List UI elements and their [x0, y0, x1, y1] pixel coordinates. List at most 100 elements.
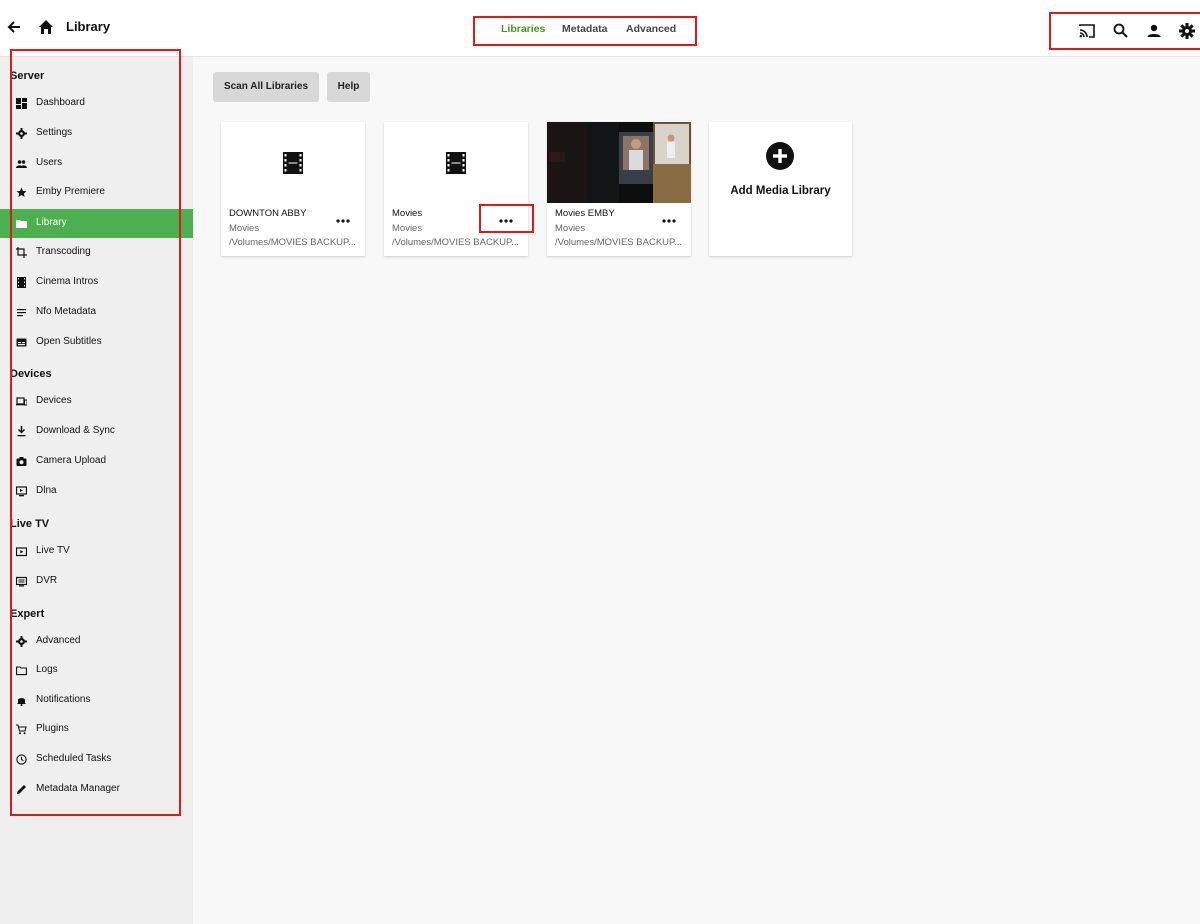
- pencil-icon: [17, 785, 26, 794]
- add-media-library-label: Add Media Library: [730, 185, 831, 197]
- sidebar-item-cinema-intros[interactable]: Cinema Intros: [0, 268, 193, 297]
- sidebar-item-label: Camera Upload: [36, 455, 107, 466]
- add-media-library-button[interactable]: Add Media Library: [709, 122, 852, 256]
- sidebar-item-scheduled-tasks[interactable]: Scheduled Tasks: [0, 745, 193, 774]
- sidebar-item-transcoding[interactable]: Transcoding: [0, 238, 193, 267]
- library-path: /Volumes/MOVIES BACKUP...: [229, 237, 357, 248]
- help-button[interactable]: Help: [327, 72, 370, 102]
- sidebar-item-notifications[interactable]: Notifications: [0, 686, 193, 715]
- sidebar-item-library[interactable]: Library: [0, 209, 193, 238]
- sidebar-item-open-subtitles[interactable]: Open Subtitles: [0, 328, 193, 357]
- sidebar-item-camera-upload[interactable]: Camera Upload: [0, 447, 193, 476]
- sidebar-item-label: DVR: [36, 575, 58, 586]
- sidebar-item-dvr[interactable]: DVR: [0, 567, 193, 596]
- tab-bar: Libraries Metadata Advanced: [473, 16, 697, 46]
- sidebar-item-label: Library: [36, 217, 67, 228]
- sidebar-item-settings[interactable]: Settings: [0, 119, 193, 148]
- transcode-icon: [16, 247, 27, 258]
- search-button[interactable]: [1111, 21, 1131, 41]
- page-title: Library: [66, 19, 111, 34]
- library-card[interactable]: Movies Movies /Volumes/MOVIES BACKUP...: [384, 122, 528, 256]
- tab-metadata[interactable]: Metadata: [562, 23, 608, 35]
- sidebar-item-label: Scheduled Tasks: [36, 753, 112, 764]
- section-devices: Devices: [10, 368, 52, 380]
- sidebar-item-label: Emby Premiere: [36, 186, 105, 197]
- home-button[interactable]: [36, 16, 56, 38]
- settings-icon: [1179, 23, 1195, 39]
- scan-all-libraries-button[interactable]: Scan All Libraries: [213, 72, 319, 102]
- clock-icon: [16, 754, 27, 765]
- sidebar-item-label: Dlna: [36, 485, 57, 496]
- library-thumbnail: [384, 122, 528, 203]
- sidebar-item-nfo-metadata[interactable]: Nfo Metadata: [0, 298, 193, 327]
- film-icon: [17, 277, 26, 288]
- cart-icon: [16, 724, 27, 735]
- gear-icon: [16, 636, 27, 647]
- camera-icon: [16, 457, 27, 466]
- sidebar-item-label: Download & Sync: [36, 425, 115, 436]
- sidebar: Server Dashboard Settings Users Emby Pre…: [0, 49, 193, 924]
- dvr-icon: [16, 576, 27, 587]
- sidebar-item-dashboard[interactable]: Dashboard: [0, 89, 193, 118]
- sidebar-item-label: Settings: [36, 127, 73, 138]
- user-icon: [1147, 24, 1161, 37]
- sidebar-item-dlna[interactable]: Dlna: [0, 477, 193, 506]
- search-icon: [1113, 23, 1128, 38]
- film-icon: [283, 152, 303, 174]
- tab-libraries[interactable]: Libraries: [501, 23, 545, 35]
- sidebar-item-logs[interactable]: Logs: [0, 656, 193, 685]
- library-type: Movies: [555, 223, 586, 234]
- more-options-icon[interactable]: [499, 218, 513, 224]
- devices-icon: [16, 397, 27, 406]
- bell-icon: [17, 698, 26, 706]
- folder-outline-icon: [16, 666, 27, 676]
- notes-icon: [17, 309, 26, 317]
- sidebar-item-label: Open Subtitles: [36, 336, 102, 347]
- sidebar-item-plugins[interactable]: Plugins: [0, 715, 193, 744]
- header-actions: [1049, 12, 1200, 50]
- sidebar-item-users[interactable]: Users: [0, 149, 193, 178]
- sidebar-item-label: Metadata Manager: [36, 783, 120, 794]
- arrow-left-icon: [7, 21, 20, 33]
- sidebar-item-label: Users: [36, 157, 63, 168]
- user-button[interactable]: [1144, 21, 1164, 41]
- tab-advanced[interactable]: Advanced: [626, 23, 676, 35]
- plus-circle-icon: [766, 142, 794, 170]
- library-path: /Volumes/MOVIES BACKUP...: [392, 237, 520, 248]
- section-live-tv: Live TV: [10, 518, 50, 530]
- home-icon: [39, 20, 53, 34]
- dlna-icon: [16, 486, 27, 497]
- sidebar-item-devices[interactable]: Devices: [0, 387, 193, 416]
- sidebar-item-label: Advanced: [36, 635, 81, 646]
- cast-button[interactable]: [1077, 21, 1097, 41]
- users-icon: [16, 160, 27, 168]
- sidebar-item-label: Devices: [36, 395, 72, 406]
- section-expert: Expert: [10, 608, 45, 620]
- gear-icon: [16, 128, 27, 139]
- more-options-icon[interactable]: [336, 218, 350, 224]
- sidebar-item-advanced[interactable]: Advanced: [0, 627, 193, 656]
- folder-icon: [16, 220, 27, 228]
- sidebar-item-emby-premiere[interactable]: Emby Premiere: [0, 178, 193, 207]
- library-thumbnail: [221, 122, 365, 203]
- library-path: /Volumes/MOVIES BACKUP...: [555, 237, 683, 248]
- library-card[interactable]: DOWNTON ABBY Movies /Volumes/MOVIES BACK…: [221, 122, 365, 256]
- section-server: Server: [10, 70, 45, 82]
- library-type: Movies: [229, 223, 260, 234]
- poster-image: [547, 122, 691, 203]
- settings-button[interactable]: [1177, 21, 1197, 41]
- sidebar-item-live-tv[interactable]: Live TV: [0, 537, 193, 566]
- top-bar: Library Libraries Metadata Advanced: [0, 0, 1200, 57]
- sidebar-item-label: Cinema Intros: [36, 276, 99, 287]
- library-card[interactable]: Movies EMBY Movies /Volumes/MOVIES BACKU…: [547, 122, 691, 256]
- sidebar-item-metadata-manager[interactable]: Metadata Manager: [0, 775, 193, 804]
- library-name: DOWNTON ABBY: [229, 208, 307, 219]
- dashboard-icon: [16, 98, 27, 109]
- sidebar-item-label: Transcoding: [36, 246, 91, 257]
- more-options-icon[interactable]: [662, 218, 676, 224]
- sidebar-item-label: Logs: [36, 664, 58, 675]
- library-name: Movies EMBY: [555, 208, 615, 219]
- sidebar-item-download-sync[interactable]: Download & Sync: [0, 417, 193, 446]
- film-icon: [446, 152, 466, 174]
- back-button[interactable]: [4, 16, 24, 38]
